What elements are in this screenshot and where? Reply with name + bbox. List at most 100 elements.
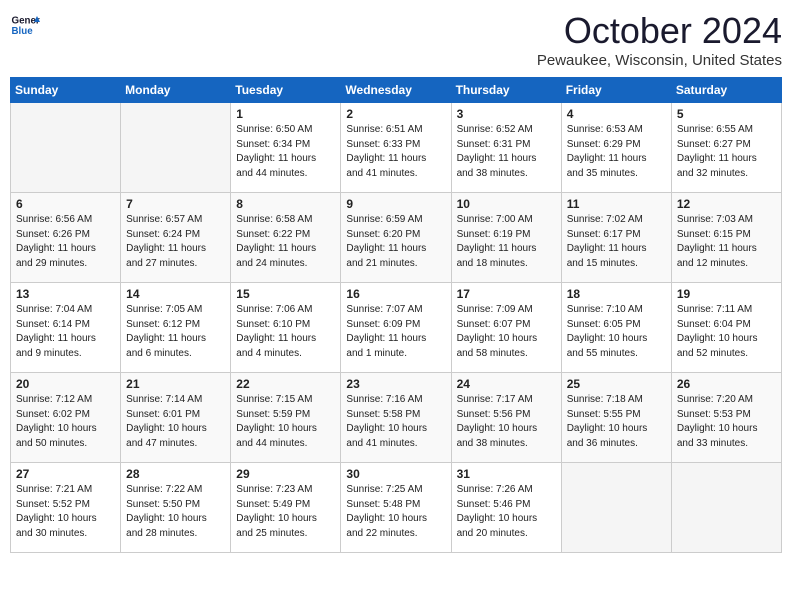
day-number: 25 [567, 377, 666, 391]
month-title: October 2024 [537, 10, 782, 52]
day-info: Sunrise: 7:04 AM Sunset: 6:14 PM Dayligh… [16, 303, 115, 361]
week-row-3: 13 Sunrise: 7:04 AM Sunset: 6:14 PM Dayli… [11, 283, 782, 373]
calendar-cell: 30 Sunrise: 7:25 AM Sunset: 5:48 PM Dayli… [341, 463, 451, 553]
day-info: Sunrise: 7:17 AM Sunset: 5:56 PM Dayligh… [457, 393, 556, 451]
calendar-cell: 4 Sunrise: 6:53 AM Sunset: 6:29 PM Daylig… [561, 103, 671, 193]
title-block: October 2024 Pewaukee, Wisconsin, United… [537, 10, 782, 69]
day-number: 30 [346, 467, 445, 481]
day-number: 15 [236, 287, 335, 301]
day-info: Sunrise: 6:58 AM Sunset: 6:22 PM Dayligh… [236, 213, 335, 271]
day-info: Sunrise: 7:11 AM Sunset: 6:04 PM Dayligh… [677, 303, 776, 361]
calendar-cell [561, 463, 671, 553]
location: Pewaukee, Wisconsin, United States [537, 52, 782, 69]
calendar-cell: 26 Sunrise: 7:20 AM Sunset: 5:53 PM Dayli… [671, 373, 781, 463]
calendar-cell: 10Sunrise: 7:00 AM Sunset: 6:19 PM Dayli… [451, 193, 561, 283]
day-info: Sunrise: 7:20 AM Sunset: 5:53 PM Dayligh… [677, 393, 776, 451]
day-number: 21 [126, 377, 225, 391]
week-row-1: 1 Sunrise: 6:50 AM Sunset: 6:34 PM Daylig… [11, 103, 782, 193]
day-info: Sunrise: 6:50 AM Sunset: 6:34 PM Dayligh… [236, 123, 335, 181]
weekday-header-friday: Friday [561, 78, 671, 103]
calendar-cell: 12Sunrise: 7:03 AM Sunset: 6:15 PM Dayli… [671, 193, 781, 283]
day-number: 12 [677, 197, 776, 211]
day-info: Sunrise: 7:10 AM Sunset: 6:05 PM Dayligh… [567, 303, 666, 361]
day-number: 13 [16, 287, 115, 301]
calendar-cell: 15Sunrise: 7:06 AM Sunset: 6:10 PM Dayli… [231, 283, 341, 373]
page-header: General Blue October 2024 Pewaukee, Wisc… [10, 10, 782, 69]
svg-text:Blue: Blue [12, 26, 34, 37]
day-info: Sunrise: 6:53 AM Sunset: 6:29 PM Dayligh… [567, 123, 666, 181]
day-number: 8 [236, 197, 335, 211]
day-info: Sunrise: 7:15 AM Sunset: 5:59 PM Dayligh… [236, 393, 335, 451]
calendar-cell: 18 Sunrise: 7:10 AM Sunset: 6:05 PM Dayli… [561, 283, 671, 373]
day-info: Sunrise: 6:52 AM Sunset: 6:31 PM Dayligh… [457, 123, 556, 181]
calendar-cell: 22Sunrise: 7:15 AM Sunset: 5:59 PM Dayli… [231, 373, 341, 463]
calendar-cell: 7Sunrise: 6:57 AM Sunset: 6:24 PM Daylig… [121, 193, 231, 283]
calendar-cell: 1 Sunrise: 6:50 AM Sunset: 6:34 PM Daylig… [231, 103, 341, 193]
day-info: Sunrise: 7:23 AM Sunset: 5:49 PM Dayligh… [236, 483, 335, 541]
day-info: Sunrise: 6:56 AM Sunset: 6:26 PM Dayligh… [16, 213, 115, 271]
weekday-header-monday: Monday [121, 78, 231, 103]
day-number: 14 [126, 287, 225, 301]
day-number: 2 [346, 107, 445, 121]
weekday-header-wednesday: Wednesday [341, 78, 451, 103]
day-number: 9 [346, 197, 445, 211]
calendar-cell: 25 Sunrise: 7:18 AM Sunset: 5:55 PM Dayli… [561, 373, 671, 463]
day-number: 29 [236, 467, 335, 481]
calendar-cell: 6 Sunrise: 6:56 AM Sunset: 6:26 PM Daylig… [11, 193, 121, 283]
logo-icon: General Blue [10, 10, 40, 40]
day-info: Sunrise: 7:07 AM Sunset: 6:09 PM Dayligh… [346, 303, 445, 361]
day-info: Sunrise: 6:51 AM Sunset: 6:33 PM Dayligh… [346, 123, 445, 181]
day-info: Sunrise: 7:00 AM Sunset: 6:19 PM Dayligh… [457, 213, 556, 271]
day-info: Sunrise: 7:05 AM Sunset: 6:12 PM Dayligh… [126, 303, 225, 361]
calendar-cell: 17Sunrise: 7:09 AM Sunset: 6:07 PM Dayli… [451, 283, 561, 373]
day-info: Sunrise: 7:18 AM Sunset: 5:55 PM Dayligh… [567, 393, 666, 451]
day-info: Sunrise: 7:09 AM Sunset: 6:07 PM Dayligh… [457, 303, 556, 361]
day-number: 20 [16, 377, 115, 391]
weekday-header-row: SundayMondayTuesdayWednesdayThursdayFrid… [11, 78, 782, 103]
calendar-cell: 3 Sunrise: 6:52 AM Sunset: 6:31 PM Daylig… [451, 103, 561, 193]
calendar-cell: 14 Sunrise: 7:05 AM Sunset: 6:12 PM Dayli… [121, 283, 231, 373]
weekday-header-tuesday: Tuesday [231, 78, 341, 103]
week-row-5: 27 Sunrise: 7:21 AM Sunset: 5:52 PM Dayli… [11, 463, 782, 553]
day-info: Sunrise: 7:16 AM Sunset: 5:58 PM Dayligh… [346, 393, 445, 451]
day-info: Sunrise: 7:21 AM Sunset: 5:52 PM Dayligh… [16, 483, 115, 541]
day-number: 11 [567, 197, 666, 211]
calendar-cell: 2 Sunrise: 6:51 AM Sunset: 6:33 PM Daylig… [341, 103, 451, 193]
calendar-cell [121, 103, 231, 193]
day-number: 26 [677, 377, 776, 391]
calendar-cell: 9 Sunrise: 6:59 AM Sunset: 6:20 PM Daylig… [341, 193, 451, 283]
day-number: 1 [236, 107, 335, 121]
day-number: 4 [567, 107, 666, 121]
calendar-cell: 21Sunrise: 7:14 AM Sunset: 6:01 PM Dayli… [121, 373, 231, 463]
week-row-4: 20Sunrise: 7:12 AM Sunset: 6:02 PM Dayli… [11, 373, 782, 463]
calendar-cell: 5Sunrise: 6:55 AM Sunset: 6:27 PM Daylig… [671, 103, 781, 193]
weekday-header-sunday: Sunday [11, 78, 121, 103]
day-number: 19 [677, 287, 776, 301]
calendar-cell: 29 Sunrise: 7:23 AM Sunset: 5:49 PM Dayli… [231, 463, 341, 553]
day-number: 28 [126, 467, 225, 481]
day-number: 3 [457, 107, 556, 121]
calendar-cell: 8 Sunrise: 6:58 AM Sunset: 6:22 PM Daylig… [231, 193, 341, 283]
day-info: Sunrise: 6:55 AM Sunset: 6:27 PM Dayligh… [677, 123, 776, 181]
day-number: 6 [16, 197, 115, 211]
calendar-cell: 11 Sunrise: 7:02 AM Sunset: 6:17 PM Dayli… [561, 193, 671, 283]
day-info: Sunrise: 7:25 AM Sunset: 5:48 PM Dayligh… [346, 483, 445, 541]
day-number: 18 [567, 287, 666, 301]
day-info: Sunrise: 7:22 AM Sunset: 5:50 PM Dayligh… [126, 483, 225, 541]
calendar-cell [11, 103, 121, 193]
week-row-2: 6 Sunrise: 6:56 AM Sunset: 6:26 PM Daylig… [11, 193, 782, 283]
weekday-header-saturday: Saturday [671, 78, 781, 103]
calendar-table: SundayMondayTuesdayWednesdayThursdayFrid… [10, 77, 782, 553]
day-info: Sunrise: 6:59 AM Sunset: 6:20 PM Dayligh… [346, 213, 445, 271]
weekday-header-thursday: Thursday [451, 78, 561, 103]
day-number: 31 [457, 467, 556, 481]
day-number: 16 [346, 287, 445, 301]
calendar-cell: 27 Sunrise: 7:21 AM Sunset: 5:52 PM Dayli… [11, 463, 121, 553]
logo: General Blue [10, 10, 40, 40]
calendar-cell: 28 Sunrise: 7:22 AM Sunset: 5:50 PM Dayli… [121, 463, 231, 553]
calendar-cell: 31Sunrise: 7:26 AM Sunset: 5:46 PM Dayli… [451, 463, 561, 553]
day-number: 27 [16, 467, 115, 481]
calendar-cell: 16 Sunrise: 7:07 AM Sunset: 6:09 PM Dayli… [341, 283, 451, 373]
day-number: 24 [457, 377, 556, 391]
day-info: Sunrise: 7:02 AM Sunset: 6:17 PM Dayligh… [567, 213, 666, 271]
